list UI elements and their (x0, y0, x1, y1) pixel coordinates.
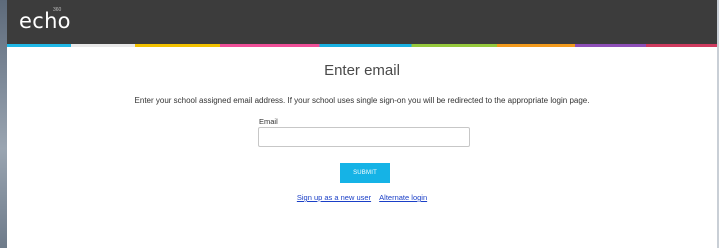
echo-logo: echo (19, 9, 71, 33)
alternate-login-link[interactable]: Alternate login (379, 193, 427, 202)
window-edge-left (0, 0, 7, 248)
login-page: echo 360 Enter email Enter your school a… (0, 0, 719, 248)
page-title: Enter email (324, 62, 400, 79)
submit-button[interactable]: SUBMIT (340, 163, 390, 183)
rainbow-divider (7, 44, 717, 47)
email-input[interactable] (258, 127, 470, 147)
auth-links: Sign up as a new user Alternate login (7, 193, 717, 202)
email-label: Email (259, 117, 278, 126)
top-bar: echo 360 (7, 0, 717, 44)
signup-link[interactable]: Sign up as a new user (297, 193, 371, 202)
echo-logo-superscript: 360 (53, 7, 62, 13)
instructions-text: Enter your school assigned email address… (134, 96, 590, 105)
